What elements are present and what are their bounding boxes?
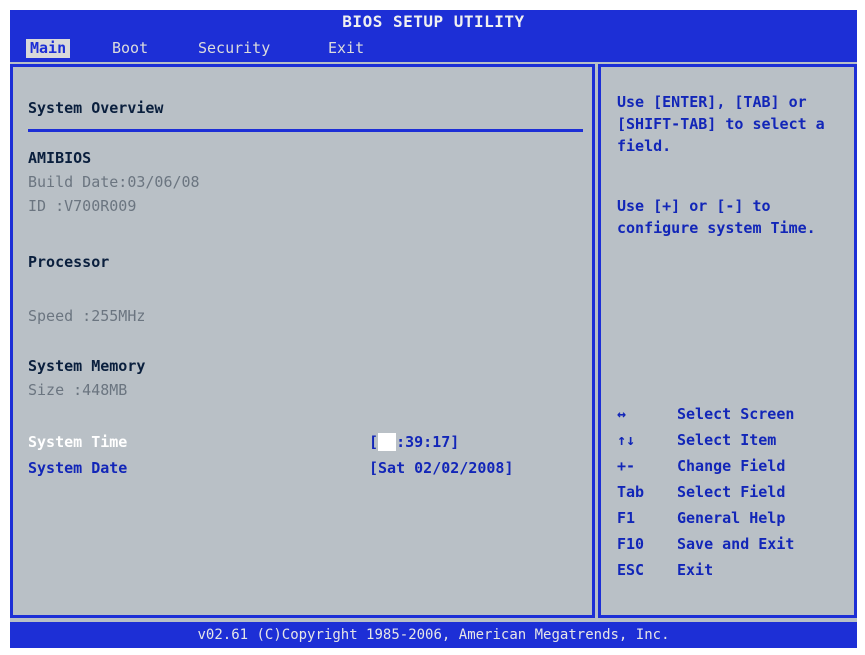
bios-id: ID :V700R009 xyxy=(28,197,137,215)
bios-screen: BIOS SETUP UTILITY Main Boot Security Ex… xyxy=(10,10,857,648)
key-row-general-help: F1 General Help xyxy=(617,505,785,531)
help-panel: Use [ENTER], [TAB] or [SHIFT-TAB] to sel… xyxy=(598,64,857,618)
f1-key: F1 xyxy=(617,509,636,527)
build-date: Build Date:03/06/08 xyxy=(28,173,200,191)
key-row-save-exit: F10 Save and Exit xyxy=(617,531,794,557)
system-time-hour[interactable]: 00 xyxy=(378,433,397,451)
menu-bar: Main Boot Security Exit xyxy=(10,34,857,62)
system-time-bracket: [ xyxy=(369,433,379,451)
copyright-footer: v02.61 (C)Copyright 1985-2006, American … xyxy=(10,622,857,648)
tab-boot[interactable]: Boot xyxy=(108,39,152,58)
system-time-label[interactable]: System Time xyxy=(28,433,127,451)
help-text-2: Use [+] or [-] to configure system Time. xyxy=(617,197,816,237)
key-row-select-screen: ↔ Select Screen xyxy=(617,401,794,427)
key-desc: Change Field xyxy=(677,457,786,475)
tab-exit[interactable]: Exit xyxy=(324,39,368,58)
key-desc: Select Item xyxy=(677,431,777,449)
processor-heading: Processor xyxy=(28,253,110,271)
memory-size: Size :448MB xyxy=(28,381,128,399)
help-text-1: Use [ENTER], [TAB] or [SHIFT-TAB] to sel… xyxy=(617,93,825,155)
section-title: System Overview xyxy=(28,99,164,117)
tab-main[interactable]: Main xyxy=(26,39,71,58)
main-panel: System Overview AMIBIOS Build Date:03/06… xyxy=(10,64,595,618)
bios-title: BIOS SETUP UTILITY xyxy=(10,10,857,34)
processor-speed: Speed :255MHz xyxy=(28,307,146,325)
key-desc: Save and Exit xyxy=(677,535,795,553)
key-desc: Select Screen xyxy=(677,405,795,423)
tab-security[interactable]: Security xyxy=(194,39,274,58)
key-row-change-field: +- Change Field xyxy=(617,453,785,479)
memory-heading: System Memory xyxy=(28,357,146,375)
system-time-value[interactable]: [00:39:17] xyxy=(369,433,459,451)
key-desc: General Help xyxy=(677,509,786,527)
system-date-label[interactable]: System Date xyxy=(28,459,127,477)
section-divider xyxy=(28,129,583,132)
key-row-select-field: Tab Select Field xyxy=(617,479,785,505)
system-time-rest: :39:17] xyxy=(396,433,460,451)
key-row-select-item: ↑↓ Select Item xyxy=(617,427,776,453)
system-date-value[interactable]: [Sat 02/02/2008] xyxy=(369,459,514,477)
key-desc: Select Field xyxy=(677,483,786,501)
f10-key: F10 xyxy=(617,535,645,553)
plus-minus-key: +- xyxy=(617,457,636,475)
amibios-heading: AMIBIOS xyxy=(28,149,92,167)
key-desc: Exit xyxy=(677,561,714,579)
esc-key: ESC xyxy=(617,561,645,579)
left-right-arrows-icon: ↔ xyxy=(617,405,627,423)
tab-key: Tab xyxy=(617,483,645,501)
up-down-arrows-icon: ↑↓ xyxy=(617,431,636,449)
key-row-exit: ESC Exit xyxy=(617,557,713,583)
